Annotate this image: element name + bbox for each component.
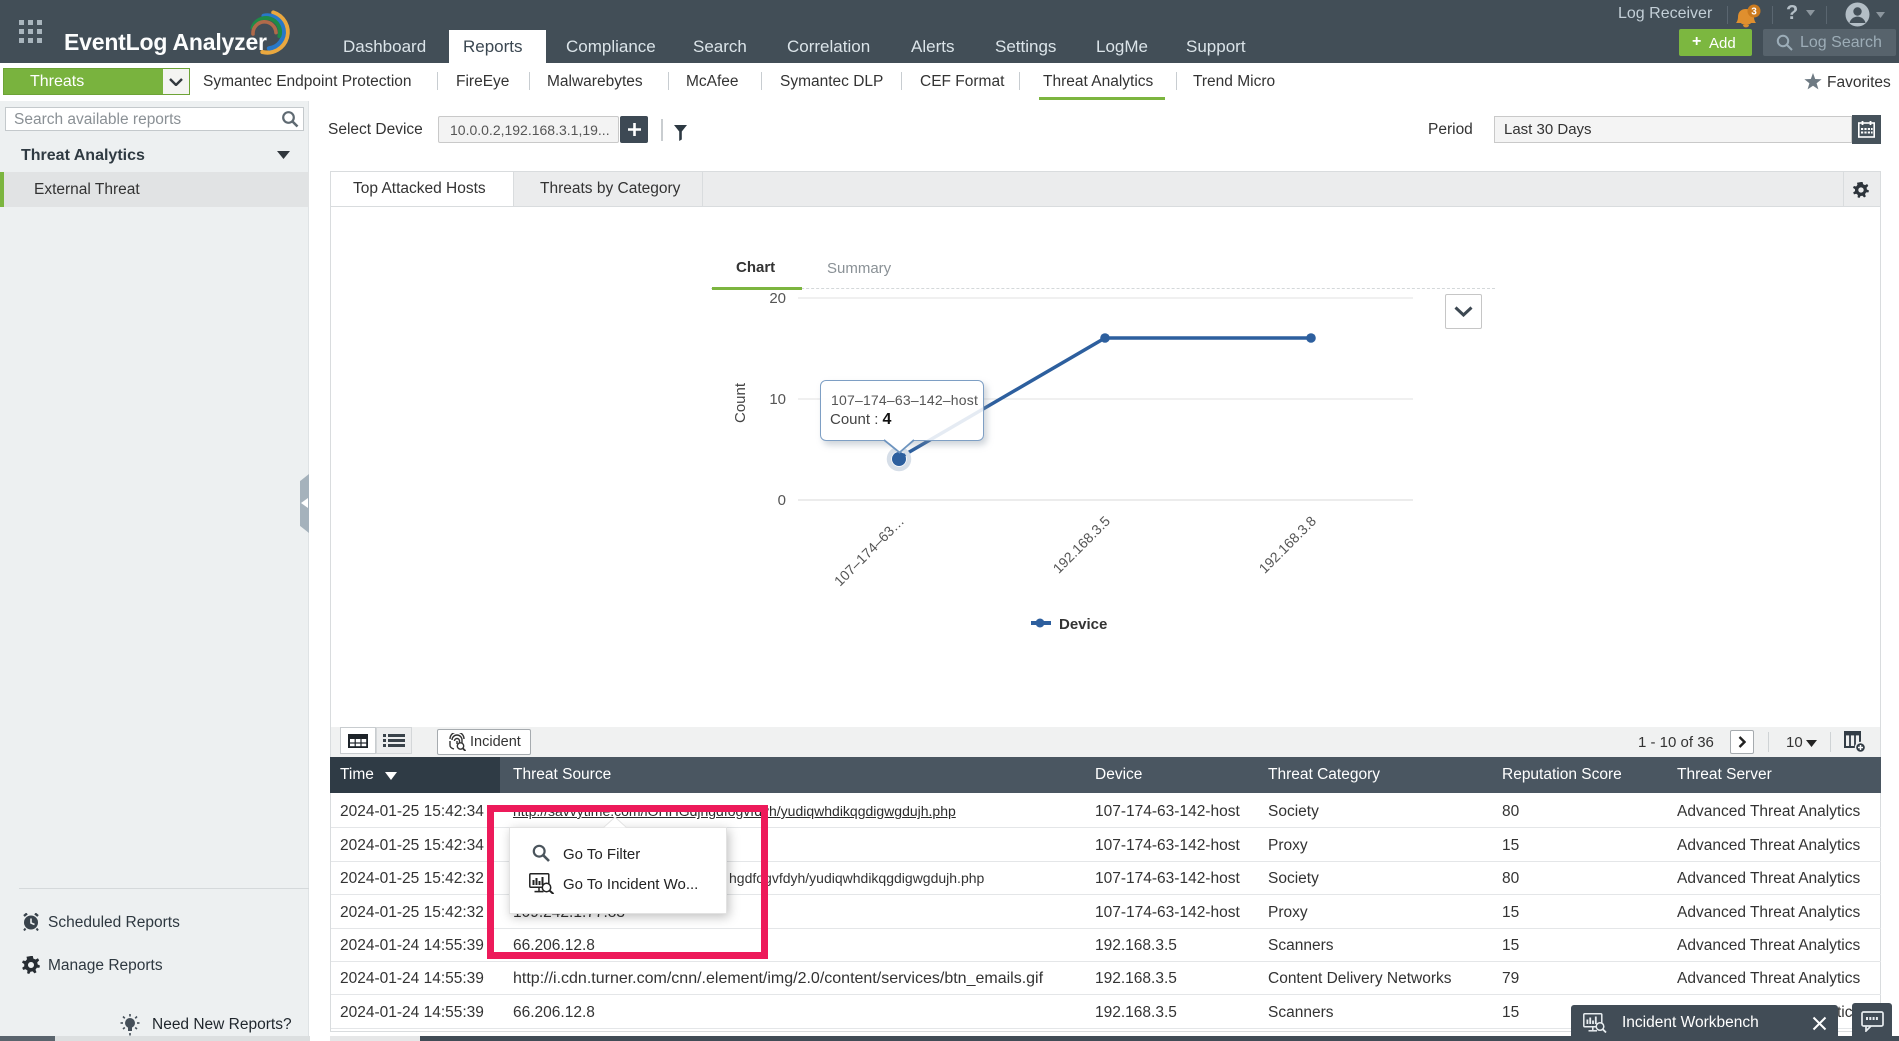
svg-text:192.168.3.8: 192.168.3.8 — [1256, 513, 1320, 577]
svg-text:107–174–63…: 107–174–63… — [831, 513, 907, 589]
svg-text:Count: Count — [732, 382, 749, 423]
svg-text:10: 10 — [769, 391, 786, 408]
svg-text:0: 0 — [778, 492, 786, 509]
svg-text:20: 20 — [769, 290, 786, 307]
svg-text:Device: Device — [1059, 616, 1107, 633]
svg-text:192.168.3.5: 192.168.3.5 — [1050, 513, 1114, 577]
svg-text:3: 3 — [1751, 7, 1757, 18]
